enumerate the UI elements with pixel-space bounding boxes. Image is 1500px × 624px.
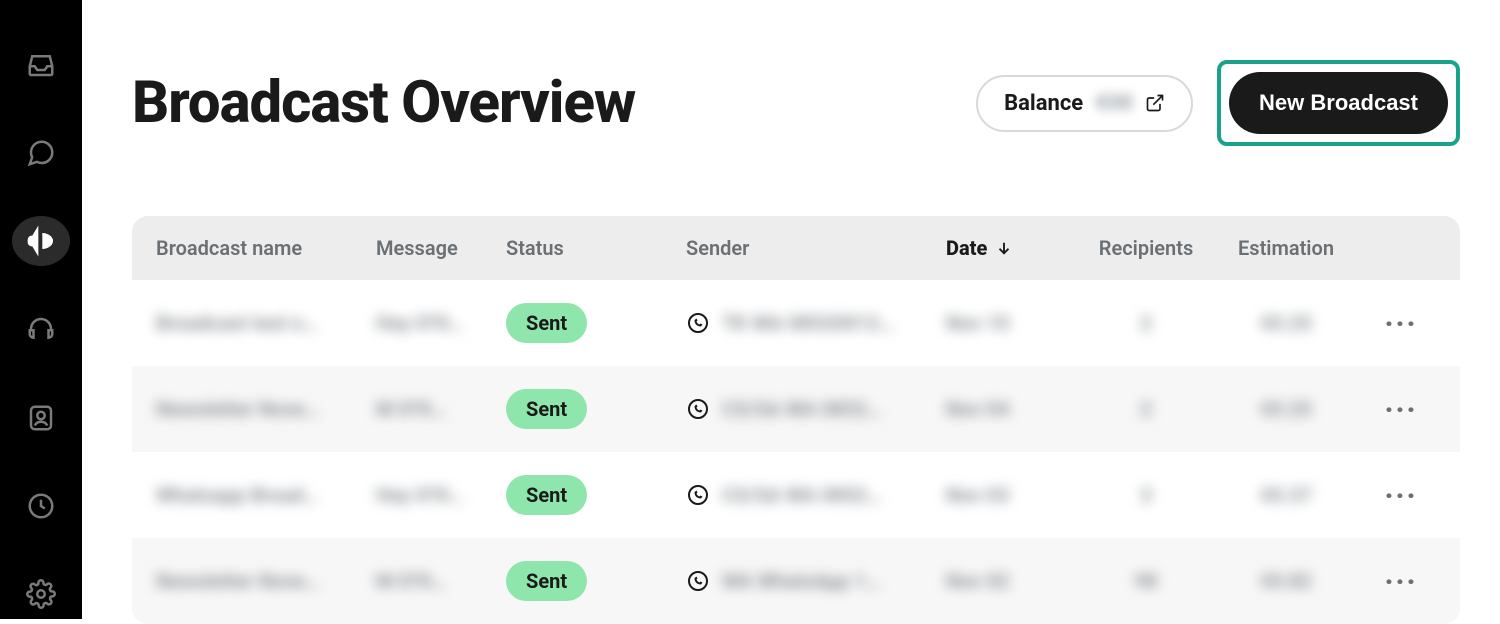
nav-settings[interactable]: [12, 569, 70, 619]
col-header-date-label: Date: [946, 236, 987, 260]
status-badge: Sent: [506, 561, 587, 601]
cell-date: Nov 10: [946, 311, 1086, 335]
nav-inbox[interactable]: [12, 40, 70, 90]
cell-estimation: €0.25: [1206, 311, 1366, 335]
clock-icon: [26, 491, 56, 521]
status-badge: Sent: [506, 389, 587, 429]
page-title: Broadcast Overview: [132, 69, 635, 137]
sender-text: CS/SA WA 0852…: [722, 483, 882, 507]
cell-status: Sent: [506, 475, 686, 515]
cell-recipients: 3: [1086, 483, 1206, 507]
headset-icon: [26, 314, 56, 344]
balance-amount: €00: [1095, 91, 1133, 116]
table-body: Broadcast test n…Hey 0?0…SentTK WA 08520…: [132, 280, 1460, 624]
new-broadcast-highlight: New Broadcast: [1217, 60, 1460, 146]
cell-name: Whatsapp Broad…: [156, 483, 376, 507]
whatsapp-icon: [686, 397, 710, 421]
row-actions-button[interactable]: ···: [1366, 479, 1436, 512]
external-link-icon: [1145, 93, 1165, 113]
col-header-name[interactable]: Broadcast name: [156, 236, 376, 260]
chat-icon: [26, 138, 56, 168]
col-header-message[interactable]: Message: [376, 236, 506, 260]
header-actions: Balance €00 New Broadcast: [976, 60, 1460, 146]
gear-icon: [26, 579, 56, 609]
cell-message: Hey 0?0…: [376, 483, 506, 507]
sender-text: TK WA 08520012…: [722, 311, 894, 335]
cell-status: Sent: [506, 389, 686, 429]
whatsapp-icon: [686, 569, 710, 593]
nav-support[interactable]: [12, 304, 70, 354]
megaphone-icon: [25, 225, 57, 257]
cell-message: M 0?0…: [376, 569, 506, 593]
broadcast-table: Broadcast name Message Status Sender Dat…: [132, 216, 1460, 624]
cell-status: Sent: [506, 303, 686, 343]
cell-sender: CS/SA WA 0852…: [686, 483, 946, 507]
cell-status: Sent: [506, 561, 686, 601]
cell-message: M 0?0…: [376, 397, 506, 421]
col-header-date[interactable]: Date: [946, 236, 1086, 260]
sender-text: CS/SA WA 0852…: [722, 397, 882, 421]
cell-recipients: 2: [1086, 397, 1206, 421]
nav-chat[interactable]: [12, 128, 70, 178]
sender-text: WA WhatsApp 1…: [722, 569, 881, 593]
cell-sender: WA WhatsApp 1…: [686, 569, 946, 593]
cell-estimation: €0.25: [1206, 397, 1366, 421]
cell-message: Hey 0?0…: [376, 311, 506, 335]
row-actions-button[interactable]: ···: [1366, 307, 1436, 340]
cell-date: Nov 03: [946, 483, 1086, 507]
cell-sender: CS/SA WA 0852…: [686, 397, 946, 421]
status-badge: Sent: [506, 475, 587, 515]
cell-date: Nov 04: [946, 397, 1086, 421]
nav-history[interactable]: [12, 481, 70, 531]
balance-label: Balance: [1004, 91, 1083, 116]
inbox-icon: [26, 50, 56, 80]
table-row[interactable]: Whatsapp Broad…Hey 0?0…Sent CS/SA WA 0852…: [132, 452, 1460, 538]
col-header-sender[interactable]: Sender: [686, 236, 946, 260]
table-header-row: Broadcast name Message Status Sender Dat…: [132, 216, 1460, 280]
cell-recipients: 2: [1086, 311, 1206, 335]
contact-icon: [26, 403, 56, 433]
cell-sender: TK WA 08520012…: [686, 311, 946, 335]
page-header: Broadcast Overview Balance €00 New Broad…: [132, 60, 1460, 146]
cell-name: Broadcast test n…: [156, 311, 376, 335]
sidebar: [0, 0, 82, 619]
table-row[interactable]: Newsletter Nove…M 0?0…Sent WA WhatsApp 1……: [132, 538, 1460, 624]
whatsapp-icon: [686, 483, 710, 507]
balance-button[interactable]: Balance €00: [976, 75, 1193, 132]
table-row[interactable]: Broadcast test n…Hey 0?0…Sent TK WA 08520…: [132, 280, 1460, 366]
cell-date: Nov 02: [946, 569, 1086, 593]
cell-name: Newsletter Nove…: [156, 397, 376, 421]
main-content: Broadcast Overview Balance €00 New Broad…: [82, 0, 1500, 619]
table-row[interactable]: Newsletter Nove…M 0?0…Sent CS/SA WA 0852……: [132, 366, 1460, 452]
col-header-recipients[interactable]: Recipients: [1086, 236, 1206, 260]
row-actions-button[interactable]: ···: [1366, 565, 1436, 598]
nav-contacts[interactable]: [12, 393, 70, 443]
status-badge: Sent: [506, 303, 587, 343]
cell-estimation: €0.82: [1206, 569, 1366, 593]
col-header-estimation[interactable]: Estimation: [1206, 236, 1366, 260]
cell-recipients: 98: [1086, 569, 1206, 593]
arrow-down-icon: [995, 239, 1013, 257]
row-actions-button[interactable]: ···: [1366, 393, 1436, 426]
whatsapp-icon: [686, 311, 710, 335]
new-broadcast-button[interactable]: New Broadcast: [1229, 72, 1448, 134]
nav-broadcast[interactable]: [12, 216, 70, 266]
cell-estimation: €0.37: [1206, 483, 1366, 507]
cell-name: Newsletter Nove…: [156, 569, 376, 593]
col-header-status[interactable]: Status: [506, 236, 686, 260]
